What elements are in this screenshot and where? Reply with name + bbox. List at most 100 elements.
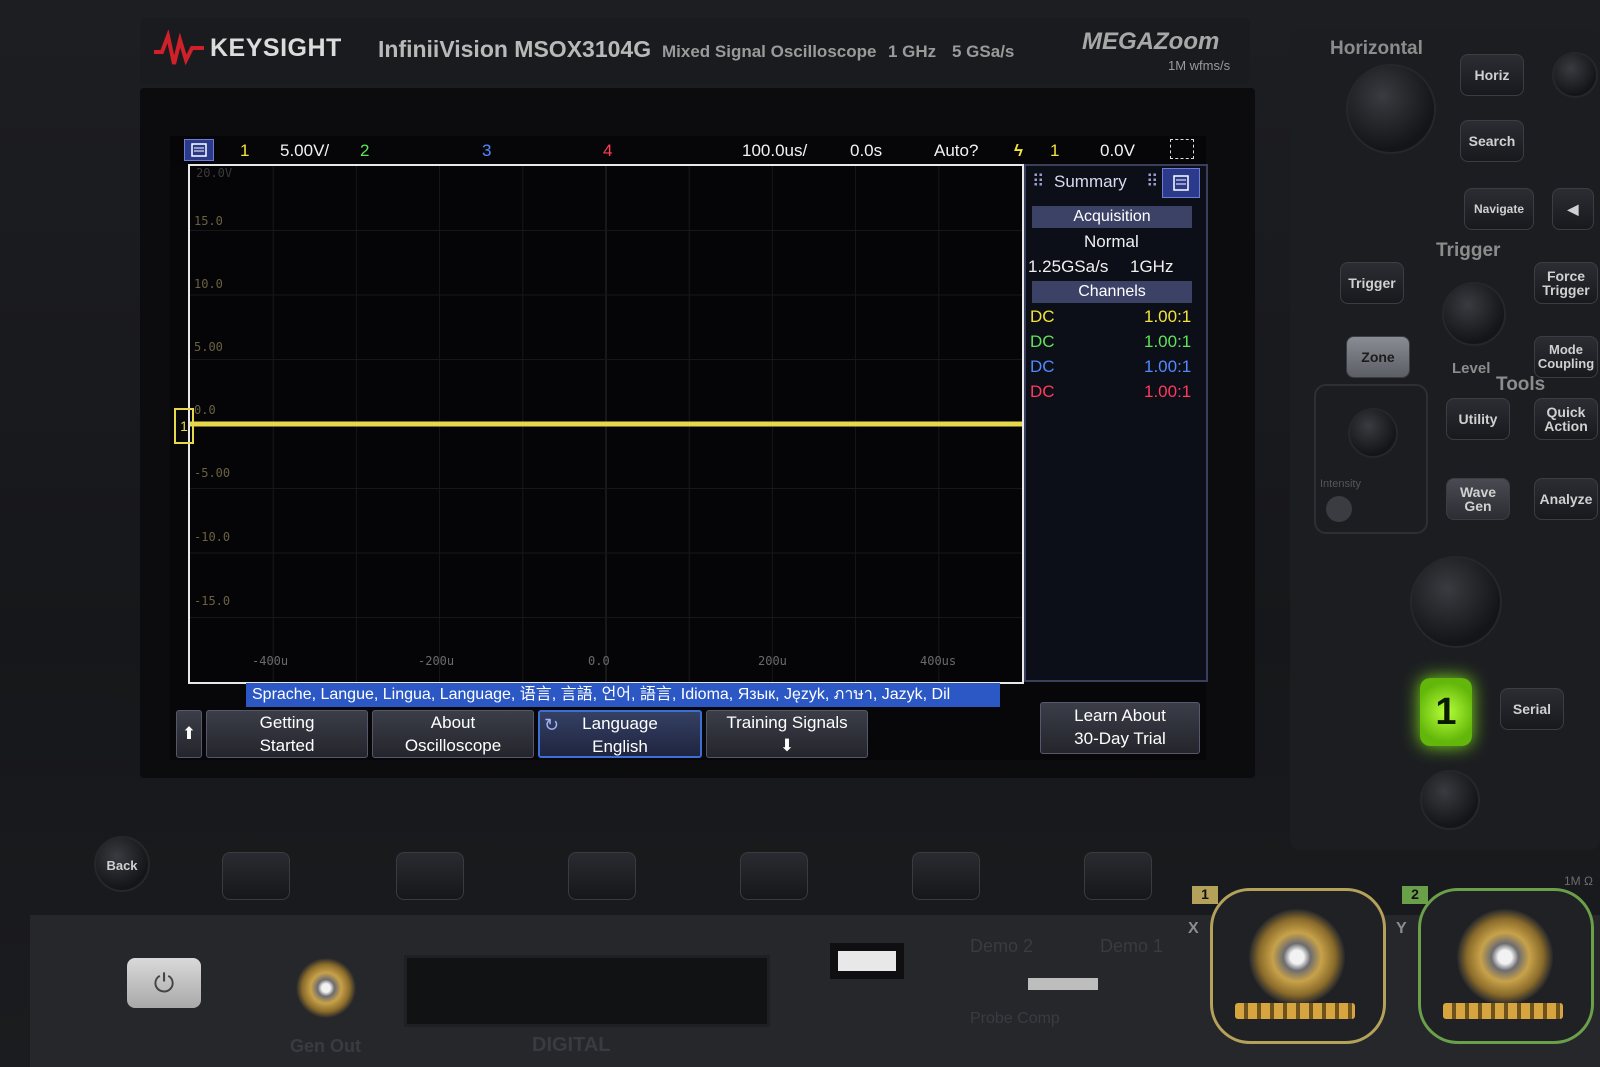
power-button[interactable]: ⏻ <box>127 958 201 1008</box>
y-tick-label: 15.0 <box>194 214 223 228</box>
trigger-section-label: Trigger <box>1436 240 1501 261</box>
timebase-readout[interactable]: 100.0us/ <box>742 141 807 161</box>
waveform-plot[interactable]: 20.0V 15.0 10.0 5.00 0.0 -5.00 -10.0 -15… <box>188 164 1024 684</box>
quick-action-button[interactable]: Quick Action <box>1534 398 1598 440</box>
back-label: Back <box>106 858 138 873</box>
ch3-indicator[interactable]: 3 <box>482 141 491 161</box>
digital-port[interactable] <box>404 955 770 1027</box>
bnc-connector-2[interactable] <box>1457 909 1553 1005</box>
gen-out-label: Gen Out <box>290 1036 361 1056</box>
delay-readout[interactable]: 0.0s <box>850 141 882 161</box>
horizontal-scale-knob[interactable] <box>1346 64 1436 154</box>
back-button[interactable]: Back <box>94 836 150 892</box>
zone-button[interactable]: Zone <box>1346 336 1410 378</box>
intensity-button[interactable] <box>1326 496 1352 522</box>
channel-coupling: DC <box>1030 357 1055 376</box>
channel-coupling: DC <box>1030 307 1055 326</box>
usb-port[interactable] <box>830 943 904 979</box>
trigger-level-knob[interactable] <box>1442 282 1506 346</box>
learn-about-trial-softkey[interactable]: Learn About 30-Day Trial <box>1040 702 1200 754</box>
probe-sense-pins <box>1235 1003 1355 1019</box>
button-label: Gen <box>1464 498 1492 514</box>
ch1-scale[interactable]: 5.00V/ <box>280 141 329 161</box>
mode-coupling-button[interactable]: Mode Coupling <box>1534 336 1598 378</box>
probe-comp-label: Probe Comp <box>970 1010 1060 1027</box>
channel-probe-ratio: 1.00:1 <box>1144 332 1192 351</box>
summary-tab[interactable]: Summary <box>1054 172 1127 192</box>
button-label: Action <box>1544 418 1588 434</box>
level-label: Level <box>1452 360 1491 377</box>
model-name: InfiniiVision MSOX3104G <box>378 36 652 62</box>
bnc-connector-1[interactable] <box>1249 909 1345 1005</box>
ch1-ground-marker[interactable]: 1 <box>174 408 194 444</box>
trigger-button[interactable]: Trigger <box>1340 262 1404 304</box>
input-x-label: X <box>1188 920 1199 937</box>
acquisition-bandwidth: 1GHz <box>1130 257 1174 276</box>
softkey-menu-up-button[interactable]: ⬆ <box>176 710 202 758</box>
hardware-softkey-6[interactable] <box>1084 852 1152 900</box>
channel-1-input[interactable] <box>1210 888 1386 1044</box>
softkey-label: Started <box>259 736 315 755</box>
drag-handle-icon[interactable]: ⠿ <box>1146 172 1158 192</box>
arrow-down-icon: ⬇ <box>779 736 795 755</box>
x-tick-label: 0.0 <box>588 654 610 668</box>
ch2-indicator[interactable]: 2 <box>360 141 369 161</box>
drag-handle-icon[interactable]: ⠿ <box>1032 172 1044 192</box>
menu-icon[interactable] <box>184 139 214 161</box>
trigger-edge-icon: ϟ <box>1014 141 1023 160</box>
vertical-position-knob[interactable] <box>1420 770 1480 830</box>
hardware-softkey-4[interactable] <box>740 852 808 900</box>
input1-badge: 1 <box>1192 886 1218 904</box>
channels-header: Channels <box>1032 281 1192 303</box>
input-y-label: Y <box>1396 920 1407 937</box>
language-softkey[interactable]: ↻ Language English <box>538 710 702 758</box>
button-label: Mode <box>1549 342 1583 357</box>
ch4-indicator[interactable]: 4 <box>603 141 612 161</box>
trigger-level[interactable]: 0.0V <box>1100 141 1135 161</box>
select-knob[interactable] <box>1348 408 1398 458</box>
utility-button[interactable]: Utility <box>1446 398 1510 440</box>
button-label: Force <box>1546 268 1586 284</box>
digital-label: DIGITAL <box>532 1034 611 1056</box>
softkey-label: About <box>430 713 476 732</box>
softkey-label: Oscilloscope <box>404 736 502 755</box>
megazoom-logo: MEGAZoom <box>1082 28 1220 55</box>
channel-probe-ratio: 1.00:1 <box>1144 382 1192 401</box>
horiz-button[interactable]: Horiz <box>1460 54 1524 96</box>
training-signals-softkey[interactable]: Training Signals ⬇ <box>706 710 868 758</box>
input2-badge: 2 <box>1402 886 1428 904</box>
hardware-softkey-2[interactable] <box>396 852 464 900</box>
search-button[interactable]: Search <box>1460 120 1524 162</box>
analyze-button[interactable]: Analyze <box>1534 478 1598 520</box>
about-oscilloscope-softkey[interactable]: About Oscilloscope <box>372 710 534 758</box>
zoom-icon[interactable] <box>1552 52 1598 98</box>
impedance-label: 1M Ω <box>1564 874 1593 888</box>
trigger-source[interactable]: 1 <box>1050 141 1059 161</box>
probe-comp-terminal[interactable] <box>1028 978 1098 990</box>
horizontal-section-label: Horizontal <box>1330 38 1423 59</box>
navigate-button[interactable]: Navigate <box>1464 188 1534 230</box>
y-tick-label: 5.00 <box>194 340 223 354</box>
channel-2-input[interactable] <box>1418 888 1594 1044</box>
softkey-label: Training Signals <box>726 713 848 732</box>
serial-button[interactable]: Serial <box>1500 688 1564 730</box>
gen-out-connector[interactable] <box>296 958 356 1018</box>
tools-section-label: Tools <box>1496 374 1546 395</box>
force-trigger-button[interactable]: Force Trigger <box>1534 262 1598 304</box>
channel-1-button[interactable]: 1 <box>1420 678 1472 746</box>
hardware-softkey-3[interactable] <box>568 852 636 900</box>
sample-rate-label: 5 GSa/s <box>952 42 1015 61</box>
hardware-softkey-1[interactable] <box>222 852 290 900</box>
panel-menu-icon[interactable] <box>1162 168 1200 198</box>
getting-started-softkey[interactable]: Getting Started <box>206 710 368 758</box>
hardware-softkey-5[interactable] <box>912 852 980 900</box>
channel-probe-ratio: 1.00:1 <box>1144 307 1192 326</box>
zoom-select-icon[interactable] <box>1170 139 1194 159</box>
x-tick-label: -200u <box>418 654 455 668</box>
navigate-back-icon[interactable]: ◀ <box>1552 188 1594 230</box>
wave-gen-button[interactable]: Wave Gen <box>1446 478 1510 520</box>
vertical-scale-knob[interactable] <box>1410 556 1502 648</box>
ch1-indicator[interactable]: 1 <box>240 141 249 161</box>
channel-coupling: DC <box>1030 332 1055 351</box>
trigger-mode[interactable]: Auto? <box>934 141 978 161</box>
